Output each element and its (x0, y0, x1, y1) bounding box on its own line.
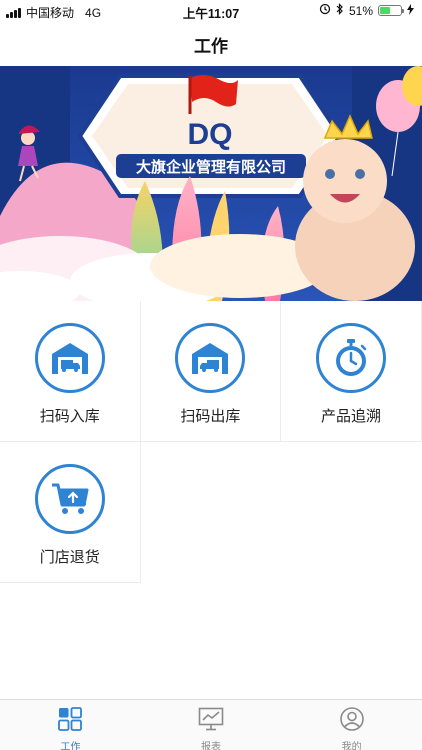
tab-reports[interactable]: 报表 (141, 700, 282, 750)
store-return-label: 门店退货 (39, 549, 100, 566)
company-banner[interactable]: DQ 大旗企业管理有限公司 (0, 66, 422, 301)
tab-bar: 工作 报表 我的 (0, 699, 422, 750)
page-title: 工作 (194, 36, 228, 56)
banner-illustration: DQ 大旗企业管理有限公司 (0, 66, 422, 301)
scan-inbound-label: 扫码入库 (39, 408, 100, 425)
nav-bar: 工作 (0, 22, 422, 66)
charging-bolt-icon (407, 3, 414, 18)
status-bar: 中国移动 4G 上午11:07 51% (0, 0, 422, 22)
scan-outbound-label: 扫码出库 (180, 408, 241, 425)
warehouse-truck-in-icon (34, 323, 105, 393)
warehouse-truck-out-icon (175, 323, 246, 393)
bluetooth-icon (336, 3, 344, 18)
banner-logo: DQ (188, 118, 233, 151)
tab-work[interactable]: 工作 (0, 700, 141, 750)
empty-cell (141, 442, 282, 583)
banner-company-name: 大旗企业管理有限公司 (136, 158, 286, 176)
product-trace-button[interactable]: 产品追溯 (281, 301, 422, 442)
battery-percent: 51% (348, 3, 373, 18)
store-return-button[interactable]: 门店退货 (0, 442, 141, 583)
grid-icon (58, 707, 83, 736)
cart-return-icon (34, 464, 105, 534)
location-lock-icon (319, 3, 331, 18)
battery-icon (378, 5, 404, 16)
tab-me[interactable]: 我的 (281, 700, 422, 750)
scan-outbound-button[interactable]: 扫码出库 (140, 301, 282, 442)
user-icon (339, 707, 364, 736)
product-trace-label: 产品追溯 (320, 408, 381, 425)
scan-inbound-button[interactable]: 扫码入库 (0, 301, 141, 442)
tab-me-label: 我的 (341, 742, 362, 750)
empty-cell (281, 442, 422, 583)
tab-work-label: 工作 (60, 742, 81, 750)
action-grid: 扫码入库 扫码出库 产品追溯 门店退货 (0, 301, 422, 583)
chart-icon (198, 707, 224, 736)
tab-reports-label: 报表 (201, 742, 221, 750)
stopwatch-icon (315, 323, 386, 393)
